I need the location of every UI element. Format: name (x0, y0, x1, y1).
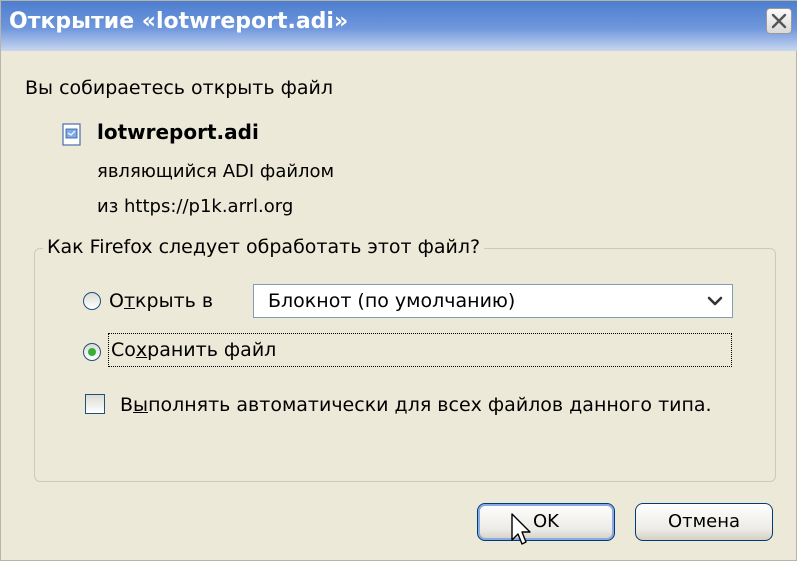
open-with-radio[interactable] (83, 292, 101, 310)
auto-action-label[interactable]: Выполнять автоматически для всех файлов … (120, 394, 712, 416)
file-type-text: являющийся ADI файлом (97, 161, 335, 182)
radio-dot (88, 348, 96, 356)
save-file-radio[interactable] (83, 343, 101, 361)
chevron-down-icon (707, 296, 723, 306)
cancel-button[interactable]: Отмена (635, 503, 773, 541)
auto-action-checkbox[interactable] (85, 394, 105, 414)
close-icon (771, 13, 787, 29)
file-name: lotwreport.adi (97, 120, 259, 144)
file-source-text: из https://p1k.arrl.org (97, 196, 294, 217)
group-legend: Как Firefox следует обработать этот файл… (43, 236, 485, 258)
open-with-app-select[interactable]: Блокнот (по умолчанию) (253, 284, 733, 318)
save-file-label[interactable]: Сохранить файл (111, 339, 276, 361)
title-bar[interactable]: Открытие «lotwreport.adi» (1, 1, 797, 51)
open-with-app-value: Блокнот (по умолчанию) (268, 290, 516, 312)
close-button[interactable] (766, 8, 792, 34)
ok-button[interactable]: OK (477, 503, 615, 541)
open-file-dialog: Открытие «lotwreport.adi» Вы собираетесь… (0, 0, 797, 561)
mouse-cursor-icon (511, 513, 531, 545)
document-icon (62, 123, 81, 146)
intro-text: Вы собираетесь открыть файл (25, 77, 333, 99)
window-title: Открытие «lotwreport.adi» (9, 9, 349, 34)
open-with-label[interactable]: Открыть в (109, 290, 213, 312)
